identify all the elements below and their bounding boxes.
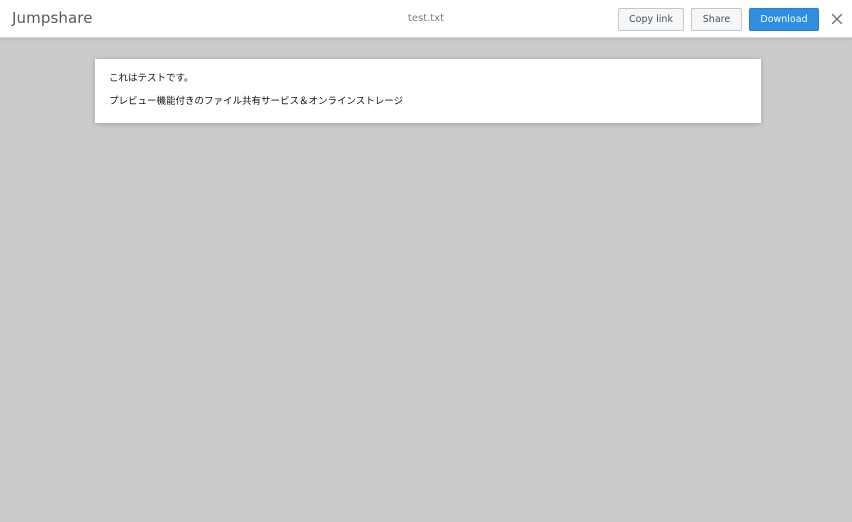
share-button[interactable]: Share — [691, 8, 742, 31]
top-bar: Jumpshare test.txt Copy link Share Downl… — [0, 0, 852, 38]
document-line: これはテストです。 — [109, 73, 194, 84]
download-button[interactable]: Download — [749, 8, 819, 31]
document-line: プレビュー機能付きのファイル共有サービス＆オンラインストレージ — [109, 96, 404, 107]
document-preview: これはテストです。 プレビュー機能付きのファイル共有サービス＆オンラインストレー… — [95, 59, 761, 123]
copy-link-button[interactable]: Copy link — [618, 8, 684, 31]
close-icon[interactable] — [830, 12, 844, 26]
file-name: test.txt — [407, 13, 445, 24]
logo[interactable]: Jumpshare — [12, 9, 93, 27]
